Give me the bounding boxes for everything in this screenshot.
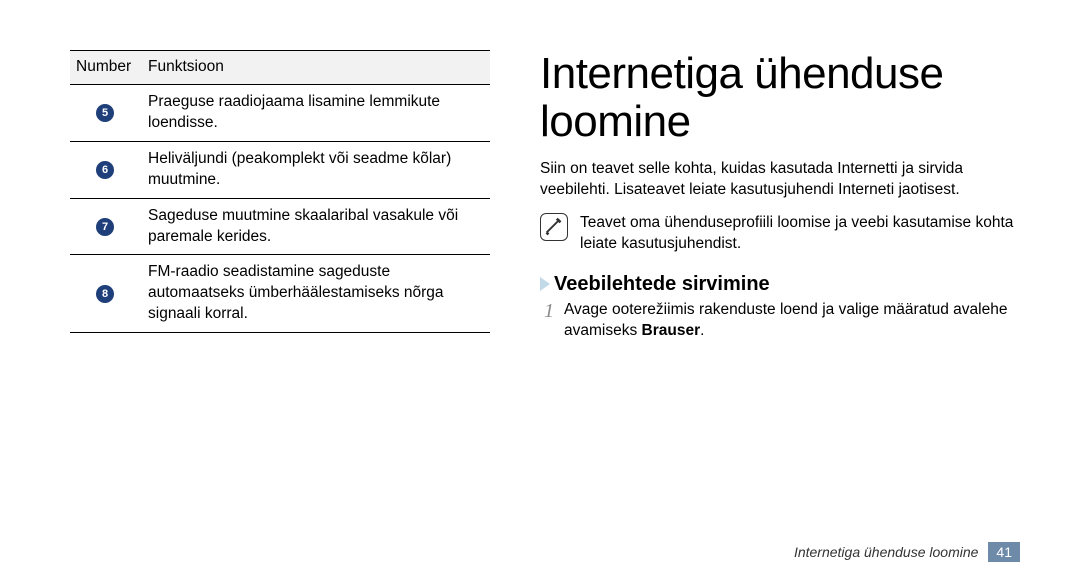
table-row: 8 FM-raadio seadistamine sageduste autom…: [70, 255, 490, 333]
function-cell: FM-raadio seadistamine sageduste automaa…: [142, 255, 490, 333]
number-badge: 6: [96, 161, 114, 179]
left-column: Number Funktsioon 5 Praeguse raadiojaama…: [70, 50, 490, 342]
step-text-post: .: [700, 322, 704, 339]
function-table: Number Funktsioon 5 Praeguse raadiojaama…: [70, 50, 490, 333]
chevron-right-icon: [540, 277, 550, 291]
right-column: Internetiga ühenduse loomine Siin on tea…: [540, 50, 1020, 342]
page-number: 41: [988, 542, 1020, 562]
table-row: 5 Praeguse raadiojaama lisamine lemmikut…: [70, 84, 490, 141]
function-cell: Praeguse raadiojaama lisamine lemmikute …: [142, 84, 490, 141]
page-footer: Internetiga ühenduse loomine 41: [794, 542, 1020, 562]
table-row: 7 Sageduse muutmine skaalaribal vasakule…: [70, 198, 490, 255]
table-row: 6 Heliväljundi (peakomplekt või seadme k…: [70, 141, 490, 198]
number-badge: 7: [96, 218, 114, 236]
number-badge: 5: [96, 104, 114, 122]
note-block: Teavet oma ühenduseprofiili loomise ja v…: [540, 213, 1020, 255]
note-icon: [540, 213, 568, 241]
section-heading: Internetiga ühenduse loomine: [540, 50, 1020, 145]
step-1: 1 Avage ooterežiimis rakenduste loend ja…: [544, 300, 1020, 342]
table-header-function: Funktsioon: [142, 51, 490, 85]
function-cell: Sageduse muutmine skaalaribal vasakule v…: [142, 198, 490, 255]
footer-section-label: Internetiga ühenduse loomine: [794, 544, 978, 560]
table-header-number: Number: [70, 51, 142, 85]
subheading: Veebilehtede sirvimine: [554, 273, 770, 296]
step-number: 1: [544, 300, 554, 342]
step-text-bold: Brauser: [642, 322, 701, 339]
step-body: Avage ooterežiimis rakenduste loend ja v…: [564, 300, 1020, 342]
step-text-pre: Avage ooterežiimis rakenduste loend ja v…: [564, 301, 1007, 339]
function-cell: Heliväljundi (peakomplekt või seadme kõl…: [142, 141, 490, 198]
number-badge: 8: [96, 285, 114, 303]
lead-paragraph: Siin on teavet selle kohta, kuidas kasut…: [540, 159, 1020, 201]
note-text: Teavet oma ühenduseprofiili loomise ja v…: [580, 213, 1020, 255]
subheading-row: Veebilehtede sirvimine: [540, 273, 1020, 296]
